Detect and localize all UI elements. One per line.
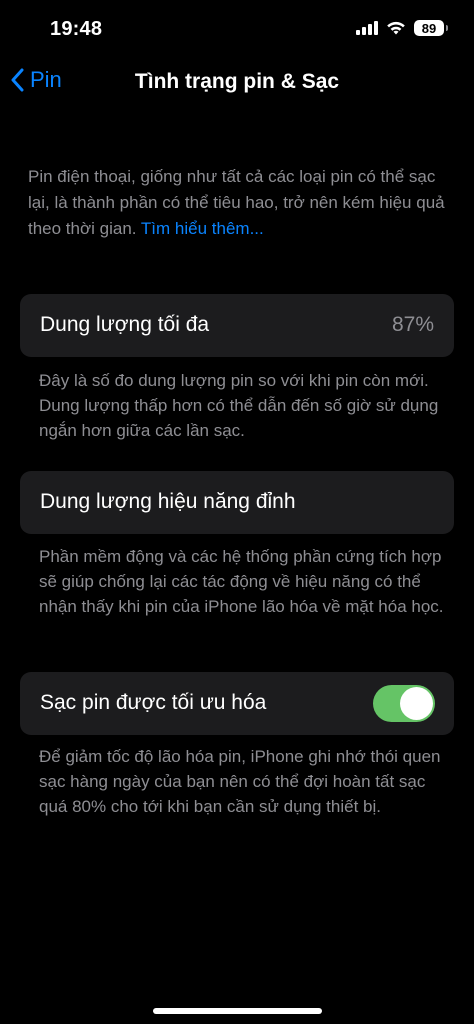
peak-performance-footnote: Phần mềm động và các hệ thống phần cứng … bbox=[39, 547, 444, 616]
optimized-charging-toggle[interactable] bbox=[373, 685, 435, 722]
peak-performance-row: Dung lượng hiệu năng đỉnh bbox=[20, 471, 454, 534]
learn-more-link[interactable]: Tìm hiểu thêm... bbox=[141, 219, 264, 238]
toggle-knob bbox=[400, 687, 433, 720]
optimized-charging-label: Sạc pin được tối ưu hóa bbox=[40, 691, 267, 714]
optimized-charging-footnote: Để giảm tốc độ lão hóa pin, iPhone ghi n… bbox=[39, 747, 441, 816]
battery-icon: 89 bbox=[414, 20, 448, 36]
status-time: 19:48 bbox=[50, 18, 103, 40]
optimized-charging-row: Sạc pin được tối ưu hóa bbox=[20, 672, 454, 735]
intro-text: Pin điện thoại, giống như tất cả các loạ… bbox=[28, 164, 453, 242]
battery-level: 89 bbox=[421, 20, 437, 36]
peak-performance-label: Dung lượng hiệu năng đỉnh bbox=[40, 490, 296, 513]
max-capacity-label: Dung lượng tối đa bbox=[40, 313, 210, 336]
home-indicator[interactable] bbox=[153, 1008, 322, 1014]
max-capacity-footnote: Đây là số đo dung lượng pin so với khi p… bbox=[39, 371, 439, 440]
max-capacity-value: 87% bbox=[391, 313, 434, 336]
wifi-icon bbox=[386, 21, 406, 36]
max-capacity-row: Dung lượng tối đa 87% bbox=[20, 294, 454, 357]
navigation-bar: Pin Tình trạng pin & Sạc bbox=[0, 62, 474, 106]
status-icons: 89 bbox=[356, 20, 448, 36]
signal-icon bbox=[356, 21, 378, 35]
status-bar: 19:48 89 bbox=[0, 0, 474, 60]
page-title: Tình trạng pin & Sạc bbox=[134, 70, 340, 93]
